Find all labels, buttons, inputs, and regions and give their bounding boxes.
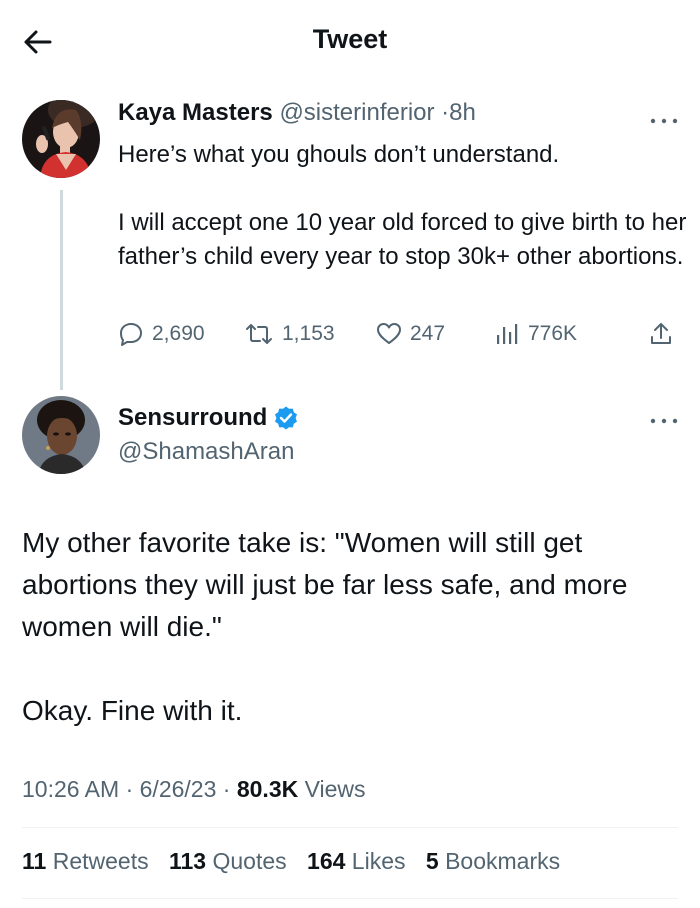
share-icon	[651, 323, 671, 344]
retweet-icon	[246, 324, 272, 344]
profile-photo-sensurround	[22, 396, 100, 474]
bookmarks-count: 5	[425, 848, 439, 874]
retweet-count: 1,153	[282, 322, 335, 345]
share-button[interactable]	[648, 316, 682, 352]
tweet-body: Here’s what you ghouls don’t understand.…	[118, 138, 688, 274]
username[interactable]: @sisterinferior	[279, 99, 434, 126]
quotes-stat[interactable]: 113 Quotes	[169, 848, 287, 874]
quotes-label: Quotes	[212, 848, 287, 874]
avatar[interactable]	[22, 396, 100, 474]
retweets-count: 11	[22, 848, 47, 874]
views-count: 80.3K	[236, 776, 299, 802]
header-bar: Tweet	[0, 0, 700, 82]
reply-icon	[120, 323, 142, 346]
engagement-stats: 11 Retweets 113 Quotes 164 Likes 5 Bookm…	[22, 848, 574, 875]
quotes-count: 113	[168, 848, 207, 874]
thread-connector-line	[60, 190, 63, 390]
like-count: 247	[410, 322, 446, 345]
tweet-text-line: Here’s what you ghouls don’t understand.	[118, 141, 560, 168]
bookmarks-label: Bookmarks	[445, 848, 561, 874]
views-label: Views	[304, 776, 366, 802]
separator-dot: ·	[441, 99, 450, 126]
tweet-actions: 2,690 1,153 247 776K	[118, 316, 678, 352]
profile-photo-kaya	[22, 100, 100, 178]
tweet-text-paragraph: My other favorite take is: "Women will s…	[22, 527, 628, 642]
more-horizontal-icon	[650, 418, 678, 424]
verified-badge-icon	[275, 406, 298, 430]
more-options-button[interactable]	[649, 114, 679, 126]
timestamp[interactable]: 8h	[449, 99, 476, 126]
bookmarks-stat[interactable]: 5 Bookmarks	[426, 848, 560, 874]
tweet-header: Kaya Masters @sisterinferior ·8h	[118, 99, 476, 127]
display-name[interactable]: Sensurround	[118, 404, 267, 432]
separator-dot: ·	[222, 776, 231, 802]
retweets-stat[interactable]: 11 Retweets	[22, 848, 149, 874]
tweet-header: Sensurround	[118, 404, 299, 432]
views-button[interactable]: 776K	[494, 316, 577, 352]
tweet-text-paragraph: I will accept one 10 year old forced to …	[118, 209, 687, 270]
views-count: 776K	[528, 322, 578, 345]
like-button[interactable]: 247	[376, 316, 445, 352]
analytics-bar-icon	[497, 324, 518, 344]
retweets-label: Retweets	[52, 848, 149, 874]
page-title: Tweet	[312, 24, 388, 54]
avatar[interactable]	[22, 100, 100, 178]
tweet-text-line: Okay. Fine with it.	[22, 695, 243, 726]
username[interactable]: @ShamashAran	[118, 438, 294, 466]
likes-stat[interactable]: 164 Likes	[307, 848, 405, 874]
tweet-body: My other favorite take is: "Women will s…	[22, 522, 682, 732]
separator-dot: ·	[125, 776, 134, 802]
retweet-button[interactable]: 1,153	[244, 316, 335, 352]
reply-button[interactable]: 2,690	[118, 316, 205, 352]
divider	[22, 827, 678, 828]
tweet-time[interactable]: 10:26 AM	[22, 776, 119, 802]
tweet-date[interactable]: 6/26/23	[140, 776, 217, 802]
heart-icon	[377, 323, 401, 344]
more-options-button[interactable]	[649, 414, 679, 426]
likes-count: 164	[307, 848, 346, 874]
display-name[interactable]: Kaya Masters	[118, 99, 273, 126]
divider	[22, 898, 678, 899]
more-horizontal-icon	[650, 118, 678, 124]
reply-count: 2,690	[152, 322, 205, 345]
likes-label: Likes	[351, 848, 406, 874]
tweet-metadata: 10:26 AM · 6/26/23 · 80.3K Views	[22, 776, 366, 803]
